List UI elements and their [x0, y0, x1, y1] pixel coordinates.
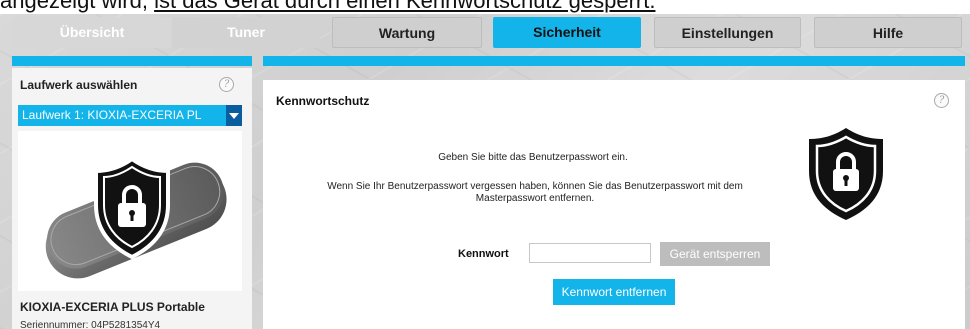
- page-title: Kennwortschutz: [276, 94, 370, 108]
- tab-wartung[interactable]: Wartung: [332, 17, 482, 48]
- shield-lock-icon: [809, 128, 883, 220]
- main-accent-bar: [263, 56, 965, 66]
- serial-number: Seriennummer: 04P5281354Y4: [20, 320, 161, 329]
- help-icon[interactable]: ?: [219, 77, 234, 92]
- tab-tuner[interactable]: Tuner: [172, 17, 320, 48]
- tab-einstellungen[interactable]: Einstellungen: [654, 17, 801, 48]
- unlock-device-button[interactable]: Gerät entsperren: [660, 242, 770, 266]
- instruction-text: Geben Sie bitte das Benutzerpasswort ein…: [438, 152, 628, 163]
- tab-sicherheit[interactable]: Sicherheit: [493, 17, 641, 48]
- password-field[interactable]: [529, 243, 651, 263]
- drive-select-dropdown[interactable]: Laufwerk 1: KIOXIA-EXCERIA PL: [18, 105, 242, 126]
- password-protection-panel: Kennwortschutz ? Geben Sie bitte das Ben…: [263, 80, 965, 329]
- caption-plain: angezeigt wird,: [0, 0, 155, 13]
- help-icon[interactable]: ?: [934, 93, 949, 108]
- tab-uebersicht[interactable]: Übersicht: [12, 17, 172, 48]
- chevron-down-icon[interactable]: [226, 105, 242, 126]
- ssd-drive-icon: [45, 156, 227, 279]
- drive-name: KIOXIA-EXCERIA PLUS Portable: [20, 300, 205, 314]
- remove-password-button[interactable]: Kennwort entfernen: [553, 279, 675, 305]
- drive-image: [18, 131, 242, 291]
- sidebar-accent-bar: [12, 56, 252, 66]
- drive-sidebar: Laufwerk auswählen ? Laufwerk 1: KIOXIA-…: [12, 68, 252, 329]
- forgot-password-text: Wenn Sie Ihr Benutzerpasswort vergessen …: [327, 181, 743, 204]
- sidebar-title: Laufwerk auswählen: [20, 78, 138, 92]
- tab-hilfe[interactable]: Hilfe: [814, 17, 962, 48]
- password-label: Kennwort: [458, 248, 509, 260]
- drive-select-value: Laufwerk 1: KIOXIA-EXCERIA PL: [22, 108, 202, 122]
- caption-underlined: ist das Gerät durch einen Kennwortschutz…: [154, 0, 656, 13]
